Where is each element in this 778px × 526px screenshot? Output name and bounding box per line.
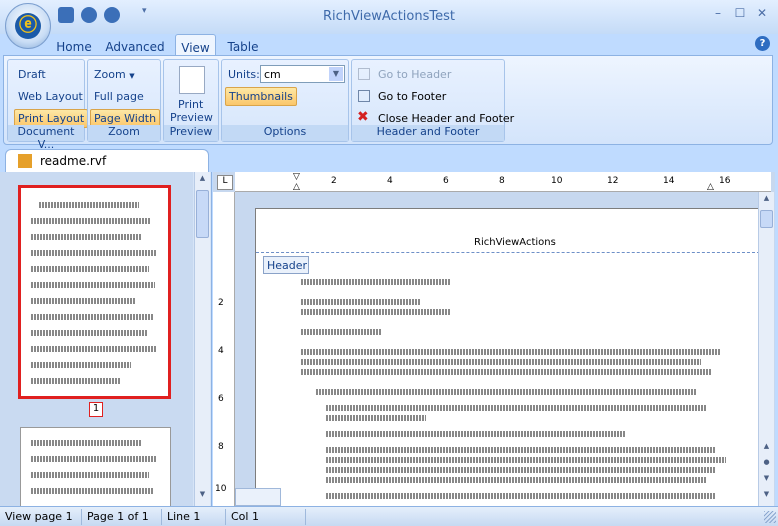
- status-page-count: Page 1 of 1: [82, 509, 162, 525]
- ruler-mark: 6: [443, 176, 449, 186]
- units-select[interactable]: cm ▼: [260, 65, 345, 83]
- tab-view[interactable]: View: [175, 34, 216, 56]
- scroll-up-icon[interactable]: ▲: [196, 174, 209, 187]
- tab-advanced[interactable]: Advanced: [102, 34, 168, 56]
- group-label: Document V...: [8, 125, 84, 151]
- document-tab[interactable]: readme.rvf: [5, 149, 209, 172]
- vruler-mark: 2: [218, 298, 224, 308]
- scroll-thumb[interactable]: [760, 210, 773, 228]
- minimize-button[interactable]: –: [708, 6, 728, 22]
- horizontal-ruler[interactable]: 2 4 6 8 10 12 14 16 ▽ △ △: [235, 172, 771, 192]
- document-icon: [18, 154, 32, 168]
- ribbon: Draft Web Layout Print Layout Document V…: [3, 55, 773, 151]
- vruler-mark: 6: [218, 394, 224, 404]
- ruler-mark: 10: [551, 176, 563, 186]
- scroll-up-icon[interactable]: ▲: [760, 194, 773, 207]
- ruler-mark: 2: [331, 176, 337, 186]
- header-title: RichViewActions: [474, 237, 556, 248]
- header-separator: [256, 252, 760, 253]
- print-preview-icon: [179, 66, 205, 94]
- maximize-button[interactable]: ☐: [730, 6, 750, 22]
- title-bar: RichViewActionsTest ▾ – ☐ ✕: [0, 0, 778, 34]
- chevron-down-icon: ▼: [129, 72, 135, 80]
- vruler-mark: 8: [218, 442, 224, 452]
- right-indent-marker-icon[interactable]: △: [707, 182, 714, 192]
- ribbon-tabs: Home Advanced View Table ?: [0, 34, 778, 56]
- thumbnail-pane: 1 ▲ ▼: [0, 172, 212, 507]
- resize-grip-icon[interactable]: [764, 511, 776, 523]
- go-footer-button[interactable]: Go to Footer: [378, 90, 446, 103]
- close-button[interactable]: ✕: [752, 6, 772, 22]
- scroll-thumb[interactable]: [196, 190, 209, 238]
- group-options: Units: cm ▼ Thumbnails Options: [221, 59, 349, 142]
- chevron-down-icon: ▼: [329, 67, 343, 81]
- save-icon[interactable]: [58, 7, 74, 23]
- ruler-mark: 8: [499, 176, 505, 186]
- app-logo-icon: ⓔ: [15, 13, 41, 39]
- document-tabs: readme.rvf: [0, 147, 778, 172]
- go-header-icon: [358, 68, 370, 80]
- thumbnail-page-number: 1: [89, 402, 103, 417]
- status-view-page: View page 1: [0, 509, 82, 525]
- left-indent-marker-icon[interactable]: △: [293, 182, 300, 192]
- scroll-up-icon[interactable]: ▲: [760, 442, 773, 455]
- thumbnail-page-selected[interactable]: [18, 185, 171, 399]
- print-preview-button-2[interactable]: Preview: [170, 111, 213, 124]
- group-label: Preview: [164, 125, 218, 141]
- thumbnail-list: 1: [0, 172, 193, 507]
- redo-icon[interactable]: [104, 7, 120, 23]
- units-label: Units:: [228, 68, 260, 81]
- ruler-mark: 16: [719, 176, 731, 186]
- scroll-down-icon[interactable]: ▼: [196, 490, 209, 503]
- group-label: Options: [222, 125, 348, 141]
- draft-button[interactable]: Draft: [18, 68, 46, 81]
- document-page[interactable]: RichViewActions: [255, 208, 760, 508]
- thumbnail-page[interactable]: [20, 427, 171, 507]
- group-preview: Print Preview Preview: [163, 59, 219, 142]
- tab-table[interactable]: Table: [222, 34, 264, 56]
- indent-marker-icon[interactable]: ▽: [293, 172, 300, 182]
- status-bar: View page 1 Page 1 of 1 Line 1 Col 1: [0, 506, 778, 526]
- group-document-views: Draft Web Layout Print Layout Document V…: [7, 59, 89, 151]
- web-layout-button[interactable]: Web Layout: [18, 90, 83, 103]
- undo-icon[interactable]: [81, 7, 97, 23]
- go-footer-icon: [358, 90, 370, 102]
- editor-area: L 2 4 6 8 10 12 14 16 ▽ △ △ 2 4 6 8 10 R…: [213, 172, 775, 508]
- group-header-footer: Go to Header Go to Footer ✖ Close Header…: [351, 59, 514, 142]
- header-tooltip: Header: [263, 256, 309, 274]
- group-label: Header and Footer: [352, 125, 504, 141]
- ruler-mark: 12: [607, 176, 619, 186]
- scroll-down-icon[interactable]: ▼: [760, 474, 773, 487]
- application-button[interactable]: ⓔ: [5, 3, 51, 49]
- zoom-button[interactable]: Zoom ▼: [94, 68, 135, 81]
- close-icon: ✖: [357, 109, 369, 125]
- customize-qa-icon[interactable]: ▾: [142, 6, 147, 16]
- print-preview-button[interactable]: Print: [178, 98, 203, 111]
- ruler-mark: 14: [663, 176, 675, 186]
- group-zoom: Zoom ▼ Full page Page Width Zoom: [87, 59, 161, 142]
- vertical-ruler: 2 4 6 8 10: [213, 192, 235, 506]
- vruler-mark: 4: [218, 346, 224, 356]
- ruler-mark: 4: [387, 176, 393, 186]
- tab-stop-icon[interactable]: L: [217, 175, 233, 190]
- go-header-button[interactable]: Go to Header: [378, 68, 451, 81]
- close-header-footer-button[interactable]: Close Header and Footer: [378, 112, 514, 125]
- status-line: Line 1: [162, 509, 226, 525]
- one-page-button[interactable]: Full page: [94, 90, 144, 103]
- zoom-label: Zoom: [94, 68, 126, 81]
- thumbnails-button[interactable]: Thumbnails: [225, 87, 297, 106]
- thumbnail-scrollbar[interactable]: ▲ ▼: [194, 172, 210, 506]
- help-icon[interactable]: ?: [755, 36, 770, 51]
- editor-scrollbar[interactable]: ▲ ▲ ● ▼ ▼: [758, 192, 774, 506]
- vruler-mark: 10: [215, 484, 227, 494]
- group-label: Zoom: [88, 125, 160, 141]
- document-tab-label: readme.rvf: [40, 154, 107, 168]
- status-col: Col 1: [226, 509, 306, 525]
- view-mode-buttons[interactable]: [235, 488, 281, 506]
- tab-home[interactable]: Home: [52, 34, 96, 56]
- select-browse-icon[interactable]: ●: [760, 458, 773, 471]
- units-value: cm: [264, 68, 281, 81]
- scroll-down-icon[interactable]: ▼: [760, 490, 773, 503]
